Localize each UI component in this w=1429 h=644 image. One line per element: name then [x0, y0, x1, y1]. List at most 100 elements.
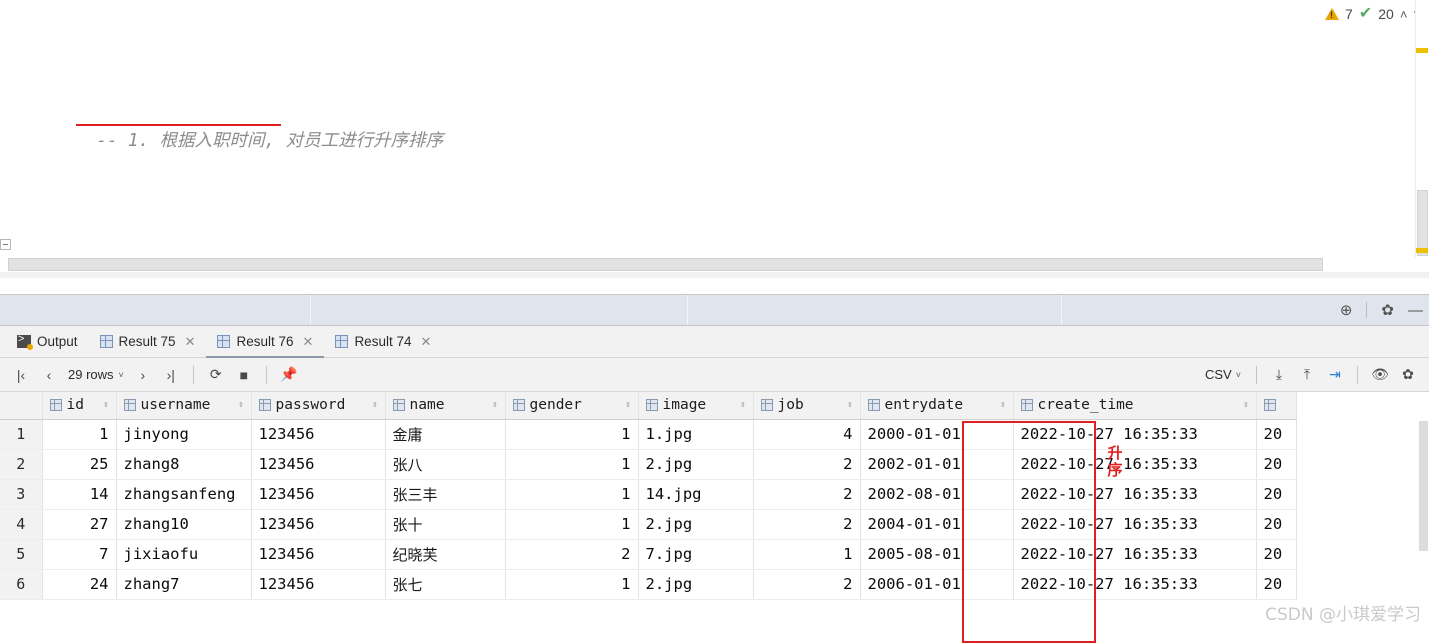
cell-gender[interactable]: 2	[505, 539, 639, 570]
cell-username[interactable]: zhang10	[116, 509, 252, 540]
cell-image[interactable]: 14.jpg	[638, 479, 754, 510]
cell-entrydate[interactable]: 2004-01-01	[860, 509, 1014, 540]
cell-name[interactable]: 张八	[385, 449, 506, 480]
code-line-select-1[interactable]: select id, username, password, name, gen…	[0, 228, 1400, 261]
cell-entrydate[interactable]: 2002-08-01	[860, 479, 1014, 510]
cell-job[interactable]: 2	[753, 509, 861, 540]
cell-username[interactable]: jixiaofu	[116, 539, 252, 570]
cell-create-time[interactable]: 2022-10-27 16:35:33	[1013, 479, 1257, 510]
sort-icon[interactable]: ⇳	[740, 401, 745, 410]
sort-icon[interactable]: ⇳	[1000, 401, 1005, 410]
tab-result-74[interactable]: Result 74 ✕	[324, 326, 442, 357]
cell-username[interactable]: zhang7	[116, 569, 252, 600]
cell-username[interactable]: zhang8	[116, 449, 252, 480]
cell-password[interactable]: 123456	[251, 539, 386, 570]
cell-job[interactable]: 2	[753, 449, 861, 480]
column-header-id[interactable]: id ⇳	[42, 392, 117, 420]
cell-name[interactable]: 张十	[385, 509, 506, 540]
cell-id[interactable]: 7	[42, 539, 117, 570]
cell-create-time[interactable]: 2022-10-27 16:35:33	[1013, 449, 1257, 480]
editor-scrollbar-thumb[interactable]	[1417, 190, 1428, 256]
upload-icon[interactable]: ⤒	[1294, 363, 1320, 387]
cell-id[interactable]: 24	[42, 569, 117, 600]
cell-image[interactable]: 1.jpg	[638, 419, 754, 450]
cell-gender[interactable]: 1	[505, 419, 639, 450]
cell-gender[interactable]: 1	[505, 449, 639, 480]
sort-icon[interactable]: ⇳	[492, 401, 497, 410]
prev-page-button[interactable]: ‹	[36, 363, 62, 387]
table-row[interactable]: 2 25 zhang8 123456 张八 1 2.jpg 2 2002-01-…	[0, 449, 1297, 480]
compare-arrows-icon[interactable]: ⇥	[1322, 363, 1348, 387]
download-icon[interactable]: ⤓	[1266, 363, 1292, 387]
cell-gender[interactable]: 1	[505, 509, 639, 540]
close-icon[interactable]: ✕	[185, 334, 196, 350]
refresh-icon[interactable]: ⟳	[203, 363, 229, 387]
gear-icon[interactable]: ✿	[1395, 363, 1421, 387]
grid-vertical-scrollbar[interactable]	[1418, 419, 1429, 643]
cell-entrydate[interactable]: 2002-01-01	[860, 449, 1014, 480]
cell-id[interactable]: 14	[42, 479, 117, 510]
cell-update-time[interactable]: 20	[1256, 539, 1297, 570]
cell-id[interactable]: 1	[42, 419, 117, 450]
result-grid[interactable]: id ⇳ username ⇳ password ⇳ name ⇳ gender ⇳	[0, 392, 1429, 643]
cell-password[interactable]: 123456	[251, 509, 386, 540]
export-format-selector[interactable]: CSV ˅	[1205, 367, 1247, 382]
cell-entrydate[interactable]: 2005-08-01	[860, 539, 1014, 570]
table-row[interactable]: 1 1 jinyong 123456 金庸 1 1.jpg 4 2000-01-…	[0, 419, 1297, 450]
cell-entrydate[interactable]: 2006-01-01	[860, 569, 1014, 600]
cell-create-time[interactable]: 2022-10-27 16:35:33	[1013, 569, 1257, 600]
cell-update-time[interactable]: 20	[1256, 449, 1297, 480]
editor-horizontal-scrollbar[interactable]	[8, 258, 1323, 271]
next-page-button[interactable]: ›	[130, 363, 156, 387]
cell-username[interactable]: zhangsanfeng	[116, 479, 252, 510]
cell-image[interactable]: 2.jpg	[638, 569, 754, 600]
column-header-gender[interactable]: gender ⇳	[505, 392, 639, 420]
cell-create-time[interactable]: 2022-10-27 16:35:33	[1013, 509, 1257, 540]
code-fold-marker[interactable]	[0, 239, 11, 251]
cell-name[interactable]: 纪晓芙	[385, 539, 506, 570]
cell-update-time[interactable]: 20	[1256, 479, 1297, 510]
tab-result-76[interactable]: Result 76 ✕	[206, 326, 325, 358]
cell-job[interactable]: 4	[753, 419, 861, 450]
eye-icon[interactable]: 👁	[1367, 363, 1393, 387]
sort-icon[interactable]: ⇳	[1243, 401, 1248, 410]
cell-image[interactable]: 7.jpg	[638, 539, 754, 570]
column-header-entrydate[interactable]: entrydate ⇳	[860, 392, 1014, 420]
close-icon[interactable]: ✕	[420, 334, 431, 350]
grid-scrollbar-thumb[interactable]	[1419, 421, 1428, 551]
cell-image[interactable]: 2.jpg	[638, 449, 754, 480]
column-header-name[interactable]: name ⇳	[385, 392, 506, 420]
column-header-username[interactable]: username ⇳	[116, 392, 252, 420]
column-header-create-time[interactable]: create_time ⇳	[1013, 392, 1257, 420]
cell-name[interactable]: 金庸	[385, 419, 506, 450]
stop-icon[interactable]: ■	[231, 363, 257, 387]
row-count-selector[interactable]: 29 rows ˅	[64, 367, 128, 382]
chevron-up-icon[interactable]: ˄	[1400, 7, 1408, 22]
cell-username[interactable]: jinyong	[116, 419, 252, 450]
cell-update-time[interactable]: 20	[1256, 569, 1297, 600]
cell-image[interactable]: 2.jpg	[638, 509, 754, 540]
inspection-widget[interactable]: 7 ✔ 20 ˄ ˅	[1325, 6, 1421, 22]
sort-icon[interactable]: ⇳	[103, 401, 108, 410]
code-area[interactable]: -- 1. 根据入职时间, 对员工进行升序排序 select id, usern…	[0, 0, 1400, 258]
cell-gender[interactable]: 1	[505, 479, 639, 510]
first-page-button[interactable]: |‹	[8, 363, 34, 387]
column-header-job[interactable]: job ⇳	[753, 392, 861, 420]
cell-update-time[interactable]: 20	[1256, 509, 1297, 540]
cell-create-time[interactable]: 2022-10-27 16:35:33	[1013, 539, 1257, 570]
cell-create-time[interactable]: 2022-10-27 16:35:33	[1013, 419, 1257, 450]
column-header-password[interactable]: password ⇳	[251, 392, 386, 420]
column-header-update-time[interactable]	[1256, 392, 1297, 420]
pin-icon[interactable]: 📌	[276, 363, 302, 387]
cell-gender[interactable]: 1	[505, 569, 639, 600]
sort-icon[interactable]: ⇳	[847, 401, 852, 410]
cell-id[interactable]: 25	[42, 449, 117, 480]
cell-id[interactable]: 27	[42, 509, 117, 540]
editor-vertical-scrollbar[interactable]	[1415, 0, 1429, 258]
gear-icon[interactable]: ✿	[1381, 303, 1394, 318]
table-row[interactable]: 4 27 zhang10 123456 张十 1 2.jpg 2 2004-01…	[0, 509, 1297, 540]
cell-password[interactable]: 123456	[251, 479, 386, 510]
sort-icon[interactable]: ⇳	[238, 401, 243, 410]
crosshair-target-icon[interactable]: ⊕	[1340, 303, 1353, 318]
table-row[interactable]: 5 7 jixiaofu 123456 纪晓芙 2 7.jpg 1 2005-0…	[0, 539, 1297, 570]
